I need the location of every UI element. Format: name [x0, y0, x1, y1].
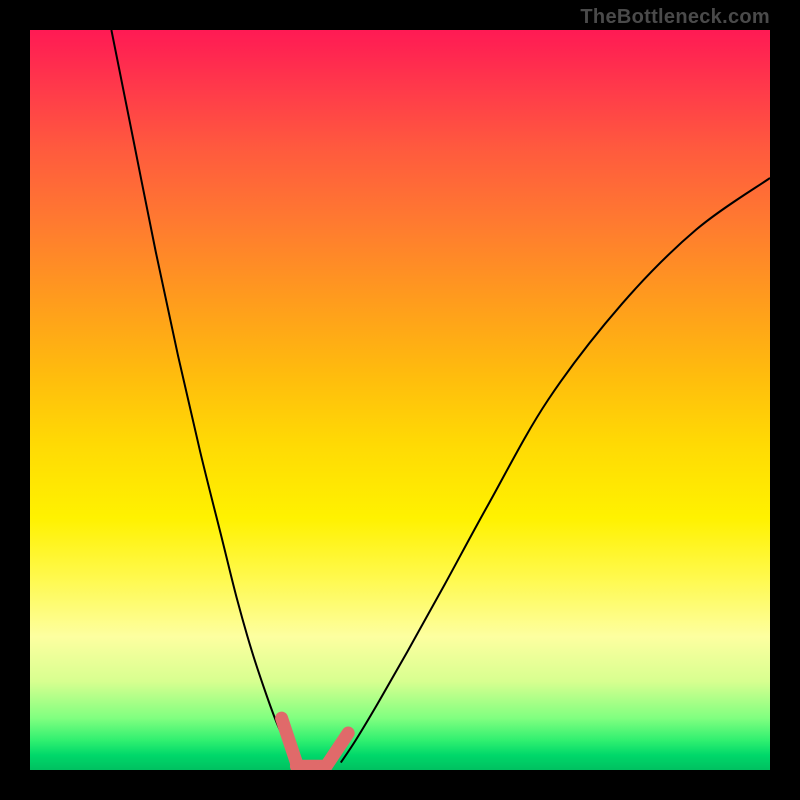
left-curve [111, 30, 296, 763]
marker-segment-left [282, 718, 297, 762]
marker-segment-right [326, 733, 348, 766]
right-curve [341, 178, 770, 763]
chart-frame: TheBottleneck.com [0, 0, 800, 800]
curves-svg [30, 30, 770, 770]
watermark-text: TheBottleneck.com [580, 6, 770, 29]
plot-area [30, 30, 770, 770]
